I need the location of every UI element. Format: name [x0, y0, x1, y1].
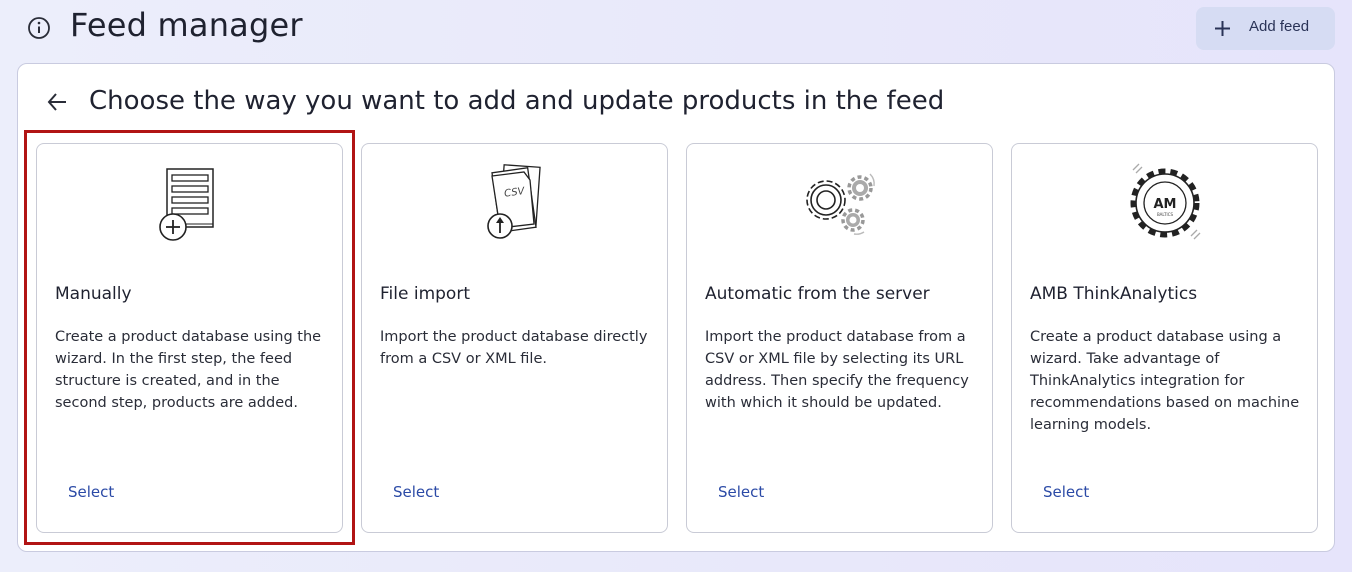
- card-title: File import: [380, 284, 470, 304]
- page-header: Feed manager Add feed: [0, 0, 1352, 56]
- add-feed-button[interactable]: Add feed: [1196, 7, 1335, 50]
- amb-logo-subtext: BALTICS: [1156, 212, 1173, 217]
- card-title: Automatic from the server: [705, 284, 930, 304]
- card-amb-thinkanalytics[interactable]: AM BALTICS AMB ThinkAnalytics Create a p…: [1011, 143, 1318, 533]
- card-manually[interactable]: Manually Create a product database using…: [36, 143, 343, 533]
- method-panel: Choose the way you want to add and updat…: [17, 63, 1335, 552]
- card-automatic-server[interactable]: Automatic from the server Import the pro…: [686, 143, 993, 533]
- plus-icon: [1215, 21, 1230, 36]
- panel-title: Choose the way you want to add and updat…: [89, 86, 945, 116]
- card-description: Import the product database from a CSV o…: [705, 329, 969, 411]
- select-automatic-button[interactable]: Select: [718, 483, 764, 501]
- gears-icon: [805, 173, 875, 235]
- select-manually-button[interactable]: Select: [68, 483, 114, 501]
- card-file-import[interactable]: CSV File import Import the product datab…: [361, 143, 668, 533]
- csv-upload-icon: CSV: [486, 164, 541, 239]
- card-description: Create a product database using the wiza…: [55, 329, 322, 411]
- amb-logo-text: AM: [1153, 197, 1176, 212]
- card-description: Import the product database directly fro…: [380, 329, 648, 367]
- document-add-icon: [158, 168, 214, 241]
- amb-gear-logo-icon: AM BALTICS: [1130, 163, 1200, 240]
- card-description: Create a product database using a wizard…: [1030, 329, 1300, 433]
- select-amb-button[interactable]: Select: [1043, 483, 1089, 501]
- card-title: AMB ThinkAnalytics: [1030, 284, 1198, 304]
- info-circle-icon[interactable]: [26, 15, 52, 41]
- card-title: Manually: [55, 284, 132, 304]
- arrow-left-icon[interactable]: [46, 91, 68, 113]
- select-file-import-button[interactable]: Select: [393, 483, 439, 501]
- add-feed-label: Add feed: [1249, 18, 1310, 35]
- page-title: Feed manager: [70, 6, 303, 44]
